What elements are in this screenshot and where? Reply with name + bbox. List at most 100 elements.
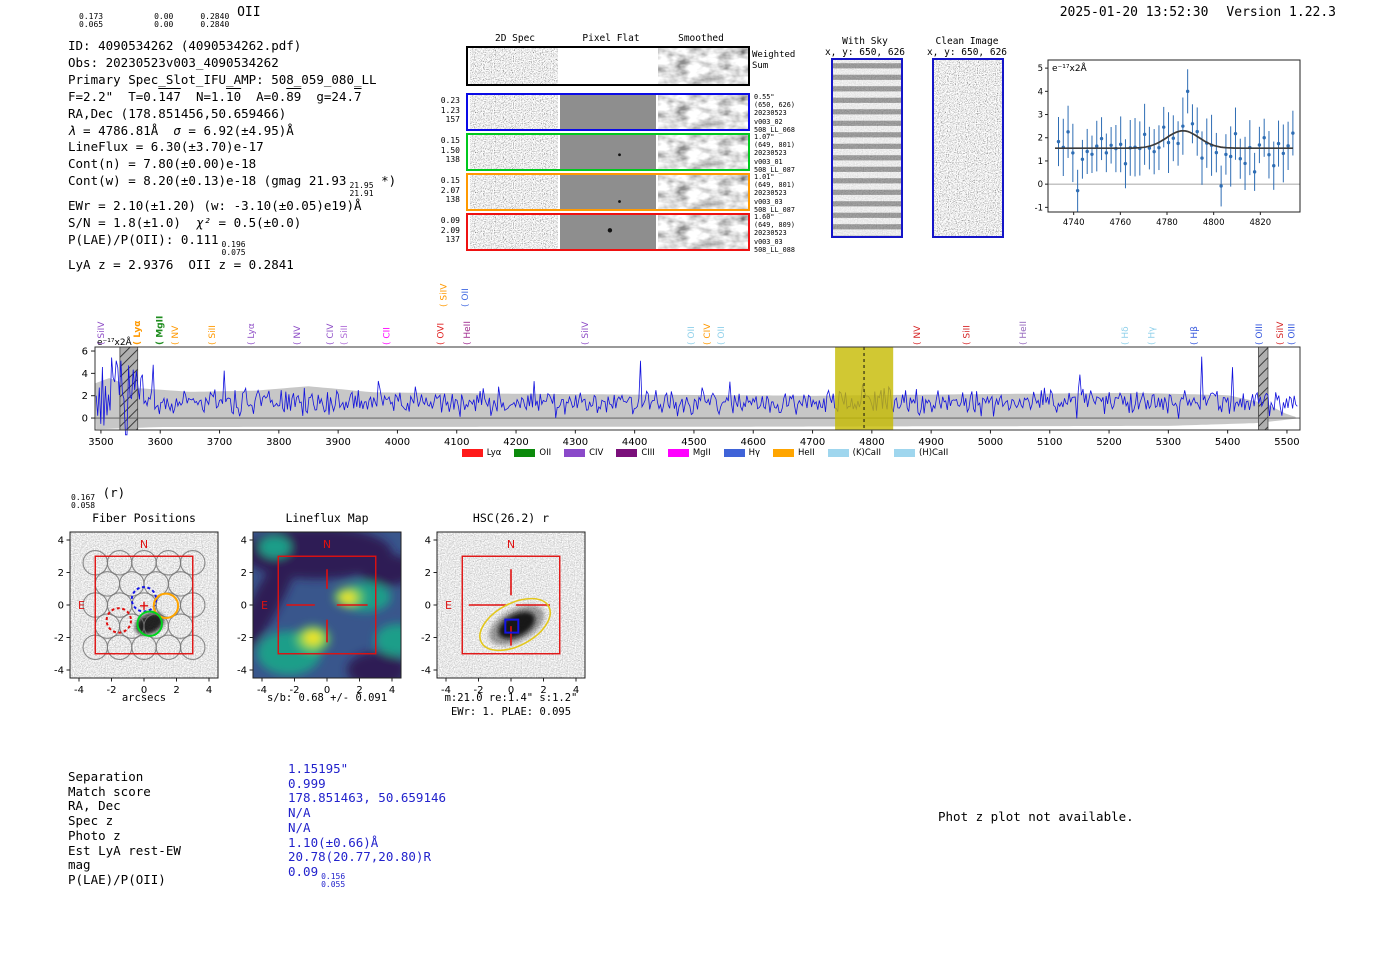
text-segment: = 0.5(±0.0) xyxy=(211,215,302,231)
cutout-smoothed xyxy=(658,175,748,209)
svg-text:4700: 4700 xyxy=(800,437,825,448)
svg-text:-2: -2 xyxy=(237,633,247,644)
cutout-right-labels: 1.60" (649, 809) 20230523 v003_03 508_LL_088 xyxy=(754,213,795,254)
match-row-value: 20.78(20.77,20.80)R xyxy=(288,849,446,865)
east-marker: E xyxy=(445,599,452,612)
photz-note: Phot z plot not available. xyxy=(938,809,1134,824)
line-label-NV: ( NV xyxy=(293,325,303,345)
svg-text:4: 4 xyxy=(1038,87,1043,97)
cutout-pixelflat xyxy=(560,48,656,84)
text-segment: F=2.2" T=0. xyxy=(68,88,159,104)
line-fit-inset-chart: 4740 4760 4780 4800 4820 -1 0 1 2 3 4 5 e⁻¹⁷x2Å xyxy=(1035,59,1301,228)
cutout-left-labels: 0.09 2.09 137 xyxy=(440,216,460,244)
line-label-Lyα: ( Lyα xyxy=(247,323,257,345)
info-line: LineFlux = 6.30(±3.70)e-17 xyxy=(68,139,396,156)
col-header-2dspec: 2D Spec xyxy=(494,33,536,44)
cutout-smoothed xyxy=(658,95,748,129)
lineflux-map-panel: NE-4-4-2-2002244 xyxy=(237,531,402,696)
info-line: EWr = 2.10(±1.20) (w: -3.10(±0.05)e19)Å xyxy=(68,198,396,215)
error-band xyxy=(95,378,1297,430)
text-segment: 20.78(20.77,20.80)R xyxy=(288,849,431,865)
legend-swatch xyxy=(773,449,794,457)
line-label-OII: ( OII xyxy=(717,326,727,345)
fiber-positions-panel: NE-4-4-2-2002244 xyxy=(54,531,219,696)
line-label-Hγ: ( Hγ xyxy=(1148,326,1158,345)
full-spectrum-chart: 3500 3600 3700 3800 3900 4000 4100 4200 4300 4400… xyxy=(82,283,1301,448)
line-label-CIV: ( CIV xyxy=(703,323,713,345)
match-row-label: RA, Dec xyxy=(68,798,121,814)
spectrum-legend: Lyα OII CIV CIII MgII Hγ HeII (K)CaII (H)CaII xyxy=(420,448,990,458)
text-segment: Cont(n) = 7.80(±0.00)e-18 xyxy=(68,156,257,172)
svg-text:2: 2 xyxy=(82,391,88,402)
legend-item: CIV xyxy=(564,448,603,458)
svg-text:5400: 5400 xyxy=(1215,437,1240,448)
overlined-segment: 147 xyxy=(158,88,181,104)
match-row-value: 1.10(±0.66)Å xyxy=(288,834,446,851)
info-line: ID: 4090534262 (4090534262.pdf) xyxy=(68,38,396,55)
legend-item: HeII xyxy=(773,448,815,458)
legend-label: Hγ xyxy=(748,448,760,458)
text-segment: 1.10(±0.66)Å xyxy=(288,834,379,850)
hsc-xlabel-2: EWr: 1. PLAE: 0.095 xyxy=(450,706,572,718)
info-line: Cont(n) = 7.80(±0.00)e-18 xyxy=(68,156,396,173)
svg-text:4200: 4200 xyxy=(503,437,528,448)
text-segment: LineFlux = 6.30(±3.70)e-17 xyxy=(68,139,264,155)
legend-item: (K)CaII xyxy=(827,448,881,458)
version-label: Version 1.22.3 xyxy=(1226,5,1336,20)
north-marker: N xyxy=(323,538,331,551)
text-segment: EWr = 2.10(±1.20) (w: -3.10(±0.05)e19)Å xyxy=(68,198,362,214)
match-row-value: 0.999 xyxy=(288,776,446,792)
line-label-SiII: ( SiII xyxy=(208,325,218,345)
italic-symbol: σ xyxy=(173,122,181,138)
legend-item: OII xyxy=(514,448,551,458)
legend-swatch xyxy=(564,449,586,457)
svg-text:4400: 4400 xyxy=(622,437,647,448)
info-line: P(LAE)/P(OII): 0.111 0.196 0.075 xyxy=(68,232,396,257)
svg-text:4820: 4820 xyxy=(1250,218,1272,228)
line-label-OII: ( OII xyxy=(461,288,471,307)
east-marker: E xyxy=(78,599,85,612)
legend-item: (H)CaII xyxy=(894,448,948,458)
line-label-CII: ( CII xyxy=(383,327,393,345)
text-segment: ID: 4090534262 (4090534262.pdf) xyxy=(68,38,302,53)
legend-swatch xyxy=(616,449,638,457)
cutout-smoothed xyxy=(658,135,748,169)
line-label-OIII: ( OIII xyxy=(1255,324,1265,345)
cutout-2dspec xyxy=(470,175,558,209)
fiber-xlabel: arcsecs xyxy=(121,692,167,704)
svg-text:5: 5 xyxy=(1038,64,1043,74)
info-line: F=2.2" T=0.147 N=1.10 A=0.89 g=24.7 xyxy=(68,89,396,106)
svg-text:5500: 5500 xyxy=(1274,437,1299,448)
cutout-row xyxy=(466,173,750,211)
info-line: Cont(w) = 8.20(±0.13)e-18 (gmag 21.93 21.… xyxy=(68,173,396,198)
match-row-label: Spec z xyxy=(68,813,114,829)
svg-text:3500: 3500 xyxy=(88,437,113,448)
hi-lo-bounds: 0.196 0.075 xyxy=(221,240,246,258)
line-label-NV: ( NV xyxy=(171,325,181,345)
svg-text:3900: 3900 xyxy=(325,437,350,448)
legend-label: MgII xyxy=(692,448,711,458)
catalog-match-table: Separation 1.15195" Match score 0.999 RA, De… xyxy=(68,761,446,897)
match-row-value: 178.851463, 50.659146 xyxy=(288,791,446,806)
text-segment: 1.15195" xyxy=(288,761,349,776)
legend-swatch xyxy=(827,449,849,457)
svg-text:3: 3 xyxy=(1038,111,1043,121)
match-row-label: mag xyxy=(68,857,91,873)
line-label-OIII: ( OIII xyxy=(1288,324,1298,345)
text-segment: OII xyxy=(229,5,261,20)
line-label-SiIV: ( SiIV xyxy=(440,283,450,307)
line-label-SiIV: ( SiIV xyxy=(97,321,107,345)
svg-text:4740: 4740 xyxy=(1063,218,1085,228)
svg-text:2: 2 xyxy=(241,568,247,579)
clean-image-title: Clean Image x, y: 650, 626 xyxy=(926,36,1008,58)
svg-text:2: 2 xyxy=(1038,134,1043,144)
text-segment: A=0. xyxy=(241,88,287,104)
hi-lo-bounds: 0.00 0.00 xyxy=(154,12,174,29)
italic-symbol: χ² xyxy=(195,215,211,231)
svg-text:0: 0 xyxy=(58,601,64,612)
cutout-pixelflat xyxy=(560,175,656,209)
legend-item: Lyα xyxy=(461,448,501,458)
match-table-row: P(LAE)/P(OII) 0.09 0.156 0.055 xyxy=(68,864,446,897)
svg-text:3800: 3800 xyxy=(266,437,291,448)
col-header-smoothed: Smoothed xyxy=(678,33,724,44)
